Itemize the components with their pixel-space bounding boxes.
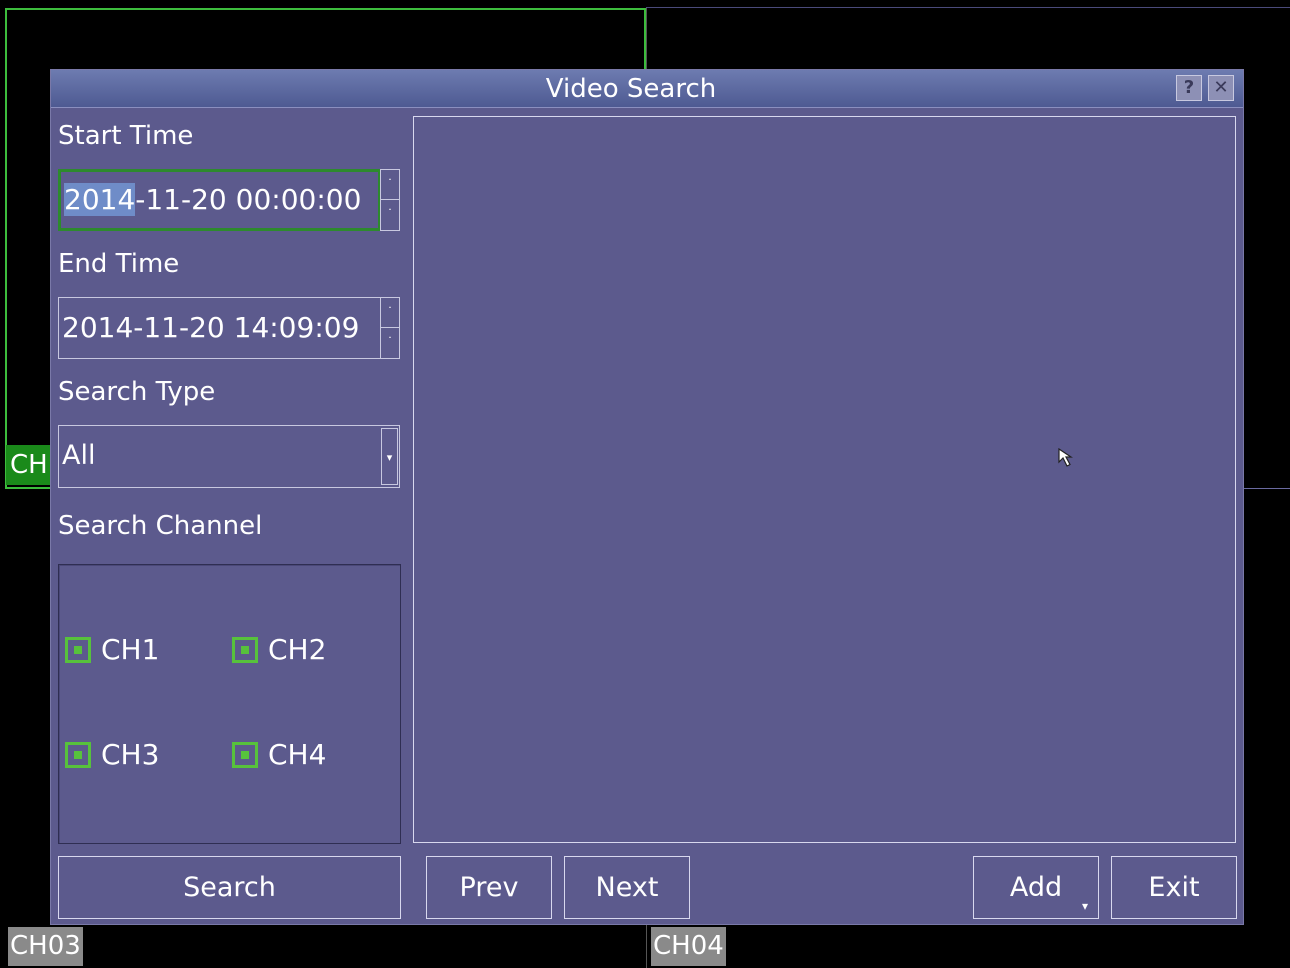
channel-checkbox-item[interactable]: CH1 [65, 635, 215, 667]
start-time-value: 2014-11-20 00:00:00 [61, 170, 361, 230]
add-button-label: Add [1009, 872, 1063, 903]
channel-3-label: CH03 [8, 927, 83, 966]
video-search-dialog: Video Search ? ✕ Start Time 2014-11-20 0… [50, 69, 1244, 925]
checkbox-checked-icon[interactable] [232, 637, 258, 663]
channel-divider [1244, 488, 1290, 489]
dialog-title: Video Search [545, 74, 717, 104]
search-type-value: All [62, 440, 96, 471]
channel-grid-line [646, 7, 1290, 8]
exit-button[interactable]: Exit [1111, 856, 1237, 919]
checkbox-checked-icon[interactable] [65, 742, 91, 768]
channel-checkbox-label: CH2 [268, 633, 327, 666]
channel-checkbox-label: CH3 [101, 738, 160, 771]
next-button[interactable]: Next [564, 856, 690, 919]
chevron-down-icon[interactable]: ▾ [381, 428, 398, 485]
search-type-label: Search Type [58, 377, 216, 407]
channel-checkbox-item[interactable]: CH4 [232, 740, 382, 772]
search-results-list[interactable] [413, 116, 1236, 843]
start-time-label: Start Time [58, 121, 194, 151]
search-type-select[interactable]: All ▾ [58, 425, 400, 488]
search-button[interactable]: Search [58, 856, 401, 919]
checkbox-checked-icon[interactable] [232, 742, 258, 768]
start-time-rest: -11-20 00:00:00 [135, 183, 362, 216]
spin-up-icon[interactable]: ˙ [381, 298, 399, 328]
end-time-input[interactable]: 2014-11-20 14:09:09 [58, 297, 381, 359]
add-button[interactable]: Add ▾ [973, 856, 1099, 919]
end-time-spinner[interactable]: ˙ ˙ [380, 297, 400, 359]
spin-down-icon[interactable]: ˙ [381, 200, 399, 230]
help-icon[interactable]: ? [1176, 75, 1202, 101]
channel-list: CH1 CH2 CH3 CH4 [58, 564, 401, 844]
close-icon[interactable]: ✕ [1208, 75, 1234, 101]
channel-checkbox-item[interactable]: CH3 [65, 740, 215, 772]
search-channel-label: Search Channel [58, 511, 263, 541]
channel-checkbox-label: CH4 [268, 738, 327, 771]
title-bar[interactable]: Video Search ? ✕ [51, 70, 1243, 108]
chevron-down-icon: ▾ [1082, 899, 1089, 913]
channel-checkbox-label: CH1 [101, 633, 160, 666]
channel-1-label: CH [6, 445, 50, 485]
end-time-label: End Time [58, 249, 180, 279]
start-time-selected-year: 2014 [64, 183, 136, 216]
end-time-value: 2014-11-20 14:09:09 [62, 311, 360, 344]
channel-4-label: CH04 [651, 927, 726, 966]
spin-up-icon[interactable]: ˙ [381, 170, 399, 200]
checkbox-checked-icon[interactable] [65, 637, 91, 663]
start-time-input[interactable]: 2014-11-20 00:00:00 [58, 169, 381, 231]
channel-checkbox-item[interactable]: CH2 [232, 635, 382, 667]
start-time-spinner[interactable]: ˙ ˙ [380, 169, 400, 231]
mouse-cursor-icon [1058, 448, 1073, 467]
prev-button[interactable]: Prev [426, 856, 552, 919]
spin-down-icon[interactable]: ˙ [381, 328, 399, 358]
